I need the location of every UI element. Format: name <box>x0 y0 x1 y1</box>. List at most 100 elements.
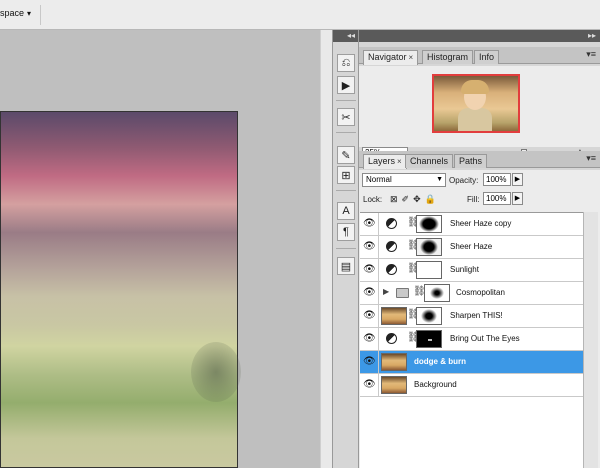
layer-row[interactable]: 👁 ⛓ Bring Out The Eyes <box>360 328 583 351</box>
layer-row[interactable]: 👁 ⛓ Sheer Haze <box>360 236 583 259</box>
opacity-label: Opacity: <box>449 176 479 185</box>
expand-triangle-icon[interactable]: ▶ <box>383 287 389 296</box>
lock-all-icon[interactable]: 🔒 <box>425 194 436 205</box>
layer-row[interactable]: 👁 ⛓ Sunlight <box>360 259 583 282</box>
lock-pixels-icon[interactable]: ✐ <box>402 194 410 205</box>
tab-navigator[interactable]: Navigator × <box>363 50 419 65</box>
paragraph-icon[interactable]: ¶ <box>337 223 355 241</box>
adjustment-layer-icon <box>386 218 397 229</box>
blend-mode-select[interactable]: Normal ▼ <box>362 173 446 187</box>
dock-divider <box>336 248 356 249</box>
row-divider <box>378 213 379 236</box>
opacity-slider-button[interactable]: ▶ <box>512 173 523 186</box>
layer-list: 👁 ⛓ Sheer Haze copy 👁 ⛓ Sheer Haze 👁 ⛓ S… <box>360 212 583 468</box>
eye-icon[interactable]: 👁 <box>363 218 376 230</box>
row-divider <box>378 328 379 351</box>
adjustment-layer-icon <box>386 264 397 275</box>
fill-input[interactable]: 100% <box>483 192 511 205</box>
navigator-thumbnail[interactable] <box>432 74 520 133</box>
layer-mask-thumbnail[interactable] <box>424 284 450 302</box>
tab-label: Paths <box>459 156 483 166</box>
layer-name: Sheer Haze copy <box>450 219 512 228</box>
clone-source-icon[interactable]: ⊞ <box>337 166 355 184</box>
row-divider <box>378 259 379 282</box>
row-divider <box>378 282 379 305</box>
row-divider <box>378 374 379 397</box>
options-bar: space ▾ <box>0 0 600 30</box>
dock-collapse-button[interactable]: ◂◂ <box>333 30 358 42</box>
workspace-label: space <box>0 8 25 18</box>
lock-position-icon[interactable]: ✥ <box>413 194 421 205</box>
panel-menu-icon[interactable]: ▾≡ <box>586 153 596 164</box>
panel-menu-icon[interactable]: ▾≡ <box>586 49 596 60</box>
panel-column-header[interactable]: ▸▸ <box>359 30 600 42</box>
adjustment-layer-icon <box>386 333 397 344</box>
tab-label: Info <box>479 52 495 62</box>
dock-divider <box>336 132 356 133</box>
tab-info[interactable]: Info <box>474 50 500 64</box>
layers-panel: Normal ▼ Opacity: 100% ▶ Lock: ⊠ ✐ ✥ 🔒 F… <box>359 170 600 468</box>
layer-mask-thumbnail[interactable] <box>416 261 442 279</box>
canvas-area[interactable] <box>0 30 320 468</box>
chevron-down-icon: ▾ <box>27 8 32 18</box>
row-divider <box>378 351 379 374</box>
layer-mask-thumbnail[interactable] <box>416 215 442 233</box>
layer-comps-icon[interactable]: ▤ <box>337 257 355 275</box>
fill-slider-button[interactable]: ▶ <box>512 192 523 205</box>
workspace-switcher[interactable]: space ▾ <box>0 8 31 18</box>
eye-icon[interactable]: 👁 <box>363 287 376 299</box>
lock-label: Lock: <box>363 195 383 204</box>
eye-icon[interactable]: 👁 <box>363 310 376 322</box>
layer-name: Background <box>414 380 457 389</box>
fill-label: Fill: <box>467 195 480 204</box>
close-icon[interactable]: × <box>397 157 402 166</box>
layer-row-selected[interactable]: 👁 dodge & burn <box>360 351 583 374</box>
layer-list-scrollbar[interactable] <box>583 212 598 468</box>
image-shadow <box>191 342 241 402</box>
eye-icon[interactable]: 👁 <box>363 356 376 368</box>
layer-row[interactable]: 👁 ⛓ Sharpen THIS! <box>360 305 583 328</box>
tab-label: Histogram <box>427 52 469 62</box>
layer-mask-thumbnail[interactable] <box>416 307 442 325</box>
folder-icon <box>396 288 409 298</box>
document-canvas[interactable] <box>0 111 241 468</box>
layer-name: Sharpen THIS! <box>450 311 503 320</box>
tool-presets-icon[interactable]: ✂ <box>337 108 355 126</box>
layer-row[interactable]: 👁 Background <box>360 374 583 397</box>
close-icon[interactable]: × <box>409 53 414 62</box>
row-divider <box>378 305 379 328</box>
layers-tab-bar: Layers × Channels Paths ▾≡ <box>359 151 600 169</box>
lock-transparent-icon[interactable]: ⊠ <box>390 194 398 205</box>
eye-icon[interactable]: 👁 <box>363 264 376 276</box>
tab-layers[interactable]: Layers × <box>363 154 407 169</box>
history-icon[interactable]: ⎌ <box>337 54 355 72</box>
tab-channels[interactable]: Channels <box>405 154 454 168</box>
row-divider <box>378 236 379 259</box>
layer-group-row[interactable]: 👁 ▶ ⛓ Cosmopolitan <box>360 282 583 305</box>
eye-icon[interactable]: 👁 <box>363 333 376 345</box>
opacity-input[interactable]: 100% <box>483 173 511 186</box>
lock-options: ⊠ ✐ ✥ 🔒 <box>390 194 436 205</box>
layer-mask-thumbnail[interactable] <box>416 330 442 348</box>
actions-icon[interactable]: ▶ <box>337 76 355 94</box>
layer-mask-thumbnail[interactable] <box>416 238 442 256</box>
tab-histogram[interactable]: Histogram <box>422 50 474 64</box>
brushes-icon[interactable]: ✎ <box>337 146 355 164</box>
layer-name: Sunlight <box>450 265 479 274</box>
layer-row[interactable]: 👁 ⛓ Sheer Haze copy <box>360 213 583 236</box>
eye-icon[interactable]: 👁 <box>363 241 376 253</box>
layer-thumbnail[interactable] <box>381 307 407 325</box>
collapsed-panel-dock: ◂◂ ⎌ ▶ ✂ ✎ ⊞ A ¶ ▤ <box>332 30 359 468</box>
tab-label: Layers <box>368 156 396 166</box>
eye-icon[interactable]: 👁 <box>363 379 376 391</box>
canvas-vertical-scrollbar[interactable] <box>320 30 332 468</box>
tab-paths[interactable]: Paths <box>454 154 488 168</box>
layer-thumbnail[interactable] <box>381 353 407 371</box>
blend-mode-value: Normal <box>366 175 392 184</box>
dock-divider <box>336 190 356 191</box>
character-icon[interactable]: A <box>337 202 355 220</box>
layer-name: Cosmopolitan <box>456 288 505 297</box>
layer-thumbnail[interactable] <box>381 376 407 394</box>
tab-label: Navigator <box>368 52 407 62</box>
navigator-panel: 25% ▲ ▲ <box>359 66 600 159</box>
